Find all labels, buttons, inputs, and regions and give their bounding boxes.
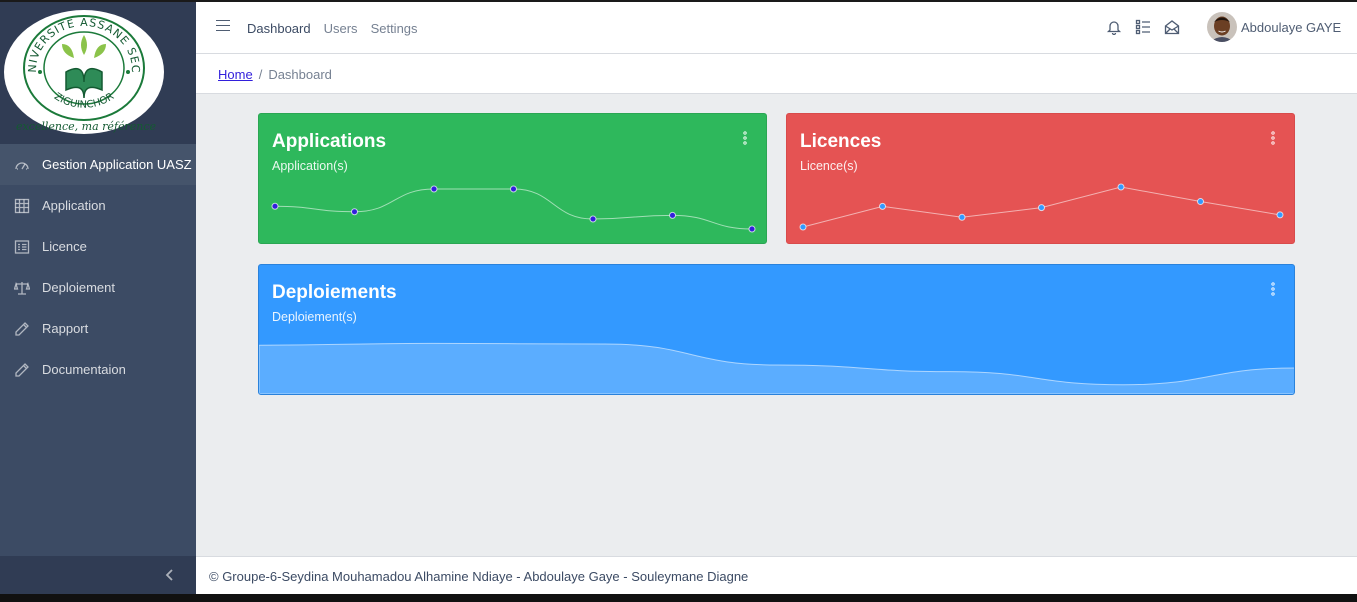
nav-users[interactable]: Users bbox=[324, 21, 358, 36]
pencil-icon bbox=[0, 362, 42, 378]
sidebar-item-gestion-application[interactable]: Gestion Application UASZ bbox=[0, 144, 196, 185]
task-list-icon[interactable] bbox=[1135, 19, 1151, 35]
licences-sparkline-point-3 bbox=[1038, 204, 1045, 212]
sidebar-item-licence[interactable]: Licence bbox=[0, 226, 196, 267]
list-icon bbox=[0, 239, 42, 255]
card-subtitle: Application(s) bbox=[272, 159, 348, 173]
sidebar-item-documentaion[interactable]: Documentaion bbox=[0, 349, 196, 390]
sidebar-item-label: Gestion Application UASZ bbox=[42, 157, 192, 172]
sidebar-nav: Gestion Application UASZ Application Lic… bbox=[0, 144, 196, 390]
deploiements-sparkline-area bbox=[259, 342, 1294, 394]
header-icons bbox=[1106, 19, 1180, 35]
footer: © Groupe-6-Seydina Mouhamadou Alhamine N… bbox=[196, 556, 1357, 594]
top-header: Dashboard Users Settings Abdoulaye GAYE bbox=[196, 2, 1357, 54]
user-menu[interactable]: Abdoulaye GAYE bbox=[1207, 12, 1341, 42]
avatar bbox=[1207, 12, 1237, 42]
applications-sparkline-point-1 bbox=[351, 208, 358, 216]
speedometer-icon bbox=[0, 157, 42, 173]
applications-sparkline-point-2 bbox=[430, 185, 438, 193]
breadcrumb-separator: / bbox=[258, 67, 263, 82]
sidebar-item-label: Deploiement bbox=[42, 280, 115, 295]
sidebar-item-rapport[interactable]: Rapport bbox=[0, 308, 196, 349]
pencil-icon bbox=[0, 321, 42, 337]
applications-sparkline-point-4 bbox=[589, 215, 597, 223]
licences-sparkline-point-0 bbox=[799, 223, 807, 231]
card-title: Deploiements bbox=[272, 282, 397, 303]
university-logo: UNIVERSITE ASSANE SECK ZIGUINCHOR excell… bbox=[4, 10, 164, 134]
applications-sparkline bbox=[271, 185, 756, 233]
svg-text:excellence, ma référence: excellence, ma référence bbox=[16, 120, 157, 133]
licences-sparkline-point-1 bbox=[879, 202, 886, 210]
card-subtitle: Deploiement(s) bbox=[272, 310, 357, 324]
applications-sparkline-point-6 bbox=[748, 225, 756, 233]
footer-text: © Groupe-6-Seydina Mouhamadou Alhamine N… bbox=[209, 569, 749, 584]
deploiements-card[interactable]: Deploiements Deploiement(s) bbox=[258, 264, 1295, 395]
user-name: Abdoulaye GAYE bbox=[1241, 19, 1342, 35]
card-title: Licences bbox=[800, 131, 882, 152]
bell-icon[interactable] bbox=[1106, 19, 1122, 35]
envelope-open-icon[interactable] bbox=[1164, 19, 1180, 35]
sidebar-brand[interactable]: UNIVERSITE ASSANE SECK ZIGUINCHOR excell… bbox=[0, 2, 196, 144]
hamburger-menu-icon[interactable] bbox=[216, 20, 230, 34]
applications-sparkline-point-0 bbox=[271, 202, 279, 210]
sidebar-item-label: Documentaion bbox=[42, 362, 126, 377]
sidebar-item-deploiement[interactable]: Deploiement bbox=[0, 267, 196, 308]
applications-sparkline-point-5 bbox=[669, 211, 676, 219]
licences-card[interactable]: Licences Licence(s) bbox=[786, 113, 1295, 244]
licences-sparkline-point-5 bbox=[1197, 198, 1204, 206]
breadcrumb-home[interactable]: Home bbox=[218, 67, 253, 82]
applications-card[interactable]: Applications Application(s) bbox=[258, 113, 767, 244]
grid-icon bbox=[0, 198, 42, 214]
more-options-icon[interactable] bbox=[741, 131, 749, 145]
more-options-icon[interactable] bbox=[1269, 131, 1277, 145]
sidebar-item-label: Application bbox=[42, 198, 106, 213]
nav-settings[interactable]: Settings bbox=[371, 21, 418, 36]
os-taskbar bbox=[0, 594, 1357, 602]
sidebar-item-label: Rapport bbox=[42, 321, 89, 336]
card-subtitle: Licence(s) bbox=[800, 159, 858, 173]
nav-dashboard[interactable]: Dashboard bbox=[247, 21, 311, 36]
app-root: UNIVERSITE ASSANE SECK ZIGUINCHOR excell… bbox=[0, 2, 1357, 594]
applications-sparkline-line bbox=[274, 188, 753, 230]
card-title: Applications bbox=[272, 131, 387, 152]
applications-sparkline-point-3 bbox=[510, 185, 517, 193]
more-options-icon[interactable] bbox=[1269, 282, 1277, 296]
licences-sparkline-point-4 bbox=[1117, 183, 1125, 191]
licences-sparkline-point-2 bbox=[958, 213, 966, 221]
licences-sparkline bbox=[799, 183, 1284, 231]
sidebar-item-application[interactable]: Application bbox=[0, 185, 196, 226]
breadcrumb-bar: Home / Dashboard bbox=[196, 54, 1357, 94]
sidebar-minimizer[interactable] bbox=[0, 556, 196, 594]
breadcrumb: Home / Dashboard bbox=[218, 67, 332, 82]
chevron-left-icon bbox=[165, 569, 173, 581]
deploiements-sparkline bbox=[259, 342, 1294, 394]
balance-scale-icon bbox=[0, 280, 42, 296]
sidebar-item-label: Licence bbox=[42, 239, 87, 254]
sidebar: UNIVERSITE ASSANE SECK ZIGUINCHOR excell… bbox=[0, 2, 196, 594]
header-nav: Dashboard Users Settings bbox=[247, 2, 418, 54]
breadcrumb-current: Dashboard bbox=[268, 67, 332, 82]
licences-sparkline-point-6 bbox=[1276, 211, 1284, 219]
